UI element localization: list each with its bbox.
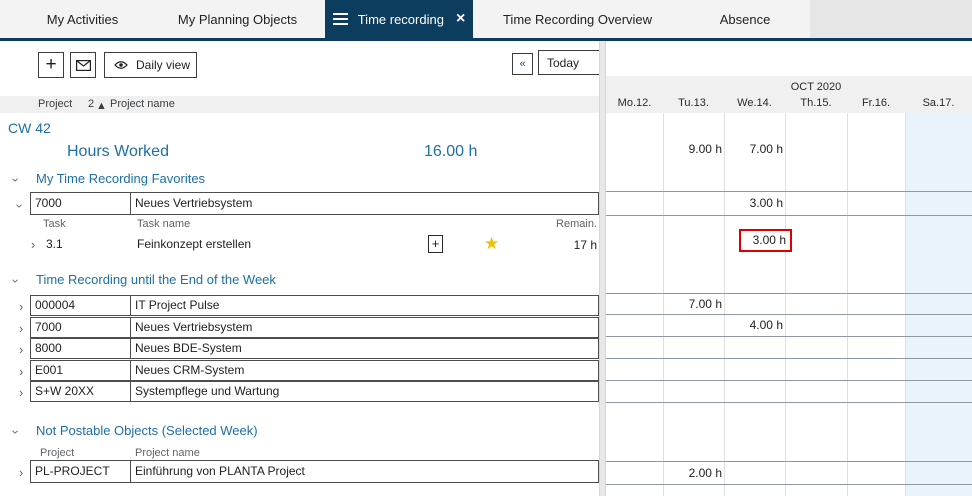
project-code[interactable]: 8000 [35, 341, 62, 355]
tab-time-recording[interactable]: Time recording × [325, 0, 473, 38]
column-header-remaining: Remain. [450, 218, 597, 230]
plus-icon: + [432, 236, 440, 251]
tab-label: My Planning Objects [178, 12, 297, 27]
project-code[interactable]: 000004 [35, 298, 75, 312]
task-name[interactable]: Feinkonzept erstellen [137, 237, 251, 251]
chevron-right-icon[interactable]: › [19, 343, 23, 356]
column-header-task-name: Task name [137, 218, 190, 230]
project-name[interactable]: IT Project Pulse [135, 298, 219, 312]
project-row[interactable]: 7000 Neues Vertriebsystem [30, 317, 599, 338]
project-row[interactable]: 000004 IT Project Pulse [30, 295, 599, 316]
day-header-mo[interactable]: Mo.12. [606, 97, 663, 109]
sort-order-number[interactable]: 2 [88, 98, 94, 110]
hours-cell-we[interactable]: 7.00 h [724, 142, 785, 156]
hours-worked-total: 16.00 h [424, 143, 477, 161]
today-button[interactable]: Today [538, 50, 601, 75]
column-header-project: Project [40, 447, 74, 459]
hours-cell-we[interactable]: 4.00 h [724, 318, 785, 332]
section-title-not-postable[interactable]: Not Postable Objects (Selected Week) [36, 423, 258, 438]
project-name[interactable]: Neues BDE-System [135, 341, 242, 355]
day-header-tu[interactable]: Tu.13. [663, 97, 724, 109]
project-name[interactable]: Neues Vertriebsystem [135, 320, 252, 334]
project-row[interactable]: 8000 Neues BDE-System [30, 338, 599, 359]
month-label: OCT 2020 [773, 81, 859, 93]
task-id[interactable]: 3.1 [46, 237, 63, 251]
today-label: Today [547, 56, 579, 70]
project-row[interactable]: E001 Neues CRM-System [30, 360, 599, 381]
chevron-right-icon[interactable]: › [19, 365, 23, 378]
column-header-project-name[interactable]: Project name [110, 98, 175, 110]
hours-cell-tu[interactable]: 2.00 h [663, 466, 724, 480]
hours-cell-tu[interactable]: 9.00 h [663, 142, 724, 156]
hours-worked-label: Hours Worked [67, 143, 169, 161]
pane-splitter[interactable] [599, 41, 606, 496]
section-title-week-recording[interactable]: Time Recording until the End of the Week [36, 272, 276, 287]
project-row[interactable]: PL-PROJECT Einführung von PLANTA Project [30, 460, 599, 483]
tab-my-planning-objects[interactable]: My Planning Objects [155, 0, 320, 38]
tab-my-activities[interactable]: My Activities [10, 0, 155, 38]
tab-label: My Activities [47, 12, 119, 27]
chevron-right-icon[interactable]: › [19, 386, 23, 399]
chevron-right-icon[interactable]: › [19, 466, 23, 479]
chevron-down-icon[interactable]: › [10, 178, 23, 182]
project-name[interactable]: Systempflege und Wartung [135, 384, 279, 398]
chevron-right-icon[interactable]: › [19, 300, 23, 313]
chevron-right-icon[interactable]: › [19, 322, 23, 335]
project-row[interactable]: S+W 20XX Systempflege und Wartung [30, 381, 599, 402]
project-code[interactable]: E001 [35, 363, 63, 377]
mail-button[interactable] [70, 52, 96, 78]
envelope-icon [76, 60, 91, 71]
hamburger-icon[interactable] [333, 10, 348, 28]
project-code[interactable]: PL-PROJECT [35, 464, 110, 478]
hours-cell-we[interactable]: 3.00 h [724, 196, 785, 210]
time-recording-screen: My Activities My Planning Objects Time r… [0, 0, 972, 496]
add-booking-button[interactable]: + [428, 235, 443, 253]
calendar-pane: OCT 2020 Mo.12. Tu.13. We.14. Th.15. Fr.… [606, 0, 972, 496]
day-header-sa[interactable]: Sa.17. [905, 97, 972, 109]
project-name[interactable]: Neues CRM-System [135, 363, 244, 377]
weekend-column-background [905, 113, 972, 496]
day-header-th[interactable]: Th.15. [785, 97, 847, 109]
add-button[interactable]: + [38, 52, 64, 78]
section-title-favorites[interactable]: My Time Recording Favorites [36, 171, 205, 186]
previous-week-button[interactable]: « [512, 53, 533, 75]
column-header-project-name: Project name [135, 447, 200, 459]
calendar-week-label: CW 42 [8, 120, 51, 136]
close-icon[interactable]: × [456, 10, 465, 28]
column-header-project[interactable]: Project [38, 98, 72, 110]
project-code[interactable]: 7000 [35, 196, 62, 210]
chevron-right-icon[interactable]: › [31, 238, 35, 251]
day-header-we[interactable]: We.14. [724, 97, 785, 109]
tab-label: Time recording [358, 12, 444, 27]
project-name[interactable]: Einführung von PLANTA Project [135, 464, 305, 478]
chevron-down-icon[interactable]: › [10, 430, 23, 434]
daily-view-button[interactable]: Daily view [104, 52, 197, 78]
favorite-project-row[interactable]: 7000 Neues Vertriebsystem [30, 192, 599, 215]
chevron-double-left-icon: « [519, 58, 525, 70]
highlighted-hours-cell-we[interactable]: 3.00 h [739, 229, 792, 252]
chevron-down-icon[interactable]: › [14, 204, 27, 208]
daily-view-label: Daily view [136, 58, 190, 72]
triangle-up-icon: ▲ [96, 100, 107, 112]
task-remaining-hours: 17 h [450, 238, 597, 252]
plus-icon: + [45, 54, 56, 76]
day-header-fr[interactable]: Fr.16. [847, 97, 905, 109]
eye-icon [114, 60, 128, 70]
table-column-header: Project 2 ▲ Project name [0, 96, 599, 113]
project-code[interactable]: 7000 [35, 320, 62, 334]
project-code[interactable]: S+W 20XX [35, 384, 94, 398]
project-name[interactable]: Neues Vertriebsystem [135, 196, 252, 210]
chevron-down-icon[interactable]: › [10, 279, 23, 283]
column-header-task: Task [43, 218, 66, 230]
hours-cell-tu[interactable]: 7.00 h [663, 297, 724, 311]
